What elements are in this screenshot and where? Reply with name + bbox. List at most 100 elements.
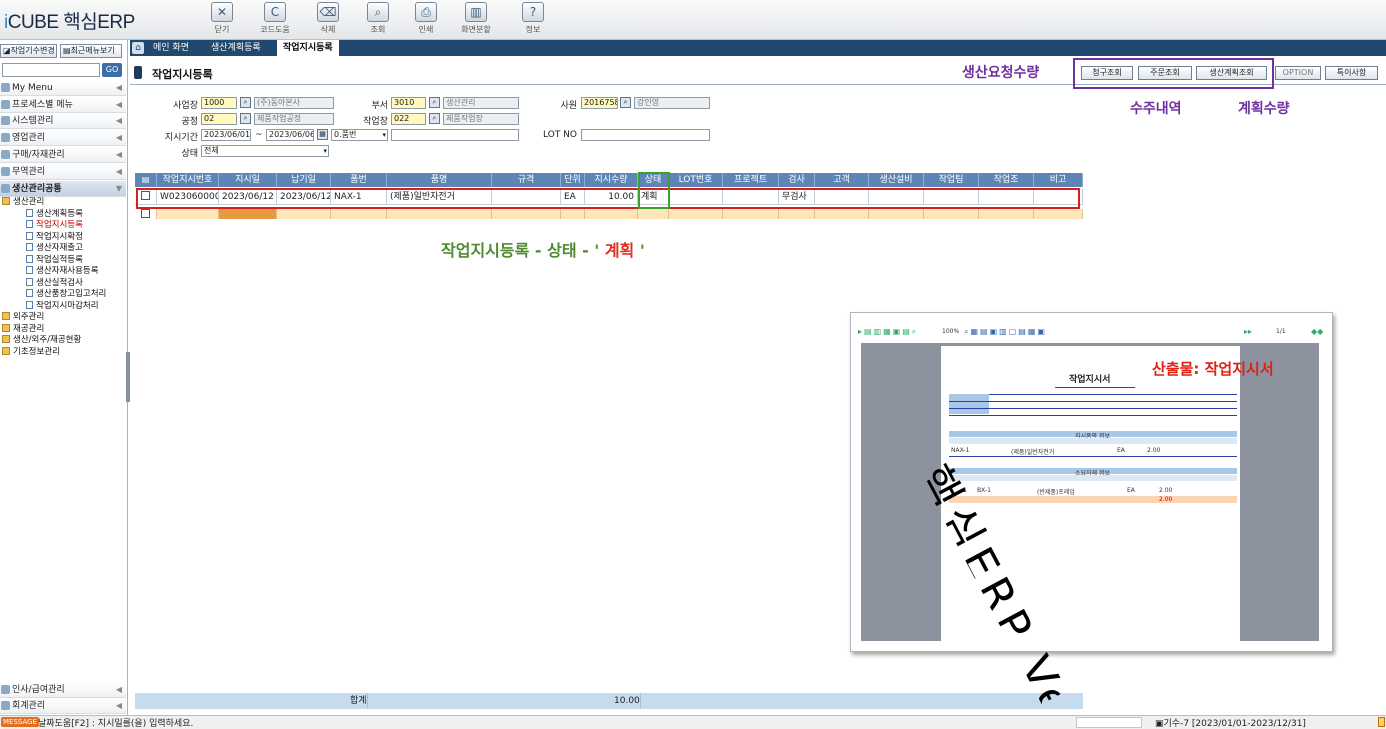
workplace-code-input[interactable]: 022 [391,113,426,125]
grid-header-6[interactable]: 단위 [561,173,585,187]
menu-accounting[interactable]: 회계관리 ◀ [0,698,126,714]
tree-item[interactable]: 생산자재출고 [26,243,83,255]
biz-code-input[interactable]: 1000 [201,97,237,109]
tree-item[interactable]: 생산품창고입고처리 [26,289,106,301]
grid-select-all[interactable]: ▤ [135,173,157,187]
new-row-cell[interactable] [669,209,723,219]
menu-item-4[interactable]: 구매/자재관리 ◀ [0,147,126,163]
new-row-cell[interactable] [492,209,561,219]
menu-item-6[interactable]: 생산관리공통 ▼ [0,181,126,197]
tab-main[interactable]: 메인 화면 [147,40,195,56]
new-row-cell[interactable] [638,209,669,219]
toolbar-button-1[interactable]: C 코드도움 [252,2,298,38]
recent-menu-button[interactable]: ▤최근메뉴보기 [60,44,122,58]
status-select[interactable]: 전체 ▾ [201,145,329,157]
tree-item[interactable]: 작업실적등록 [26,254,83,267]
toolbar-button-3[interactable]: ⌕ 조회 [355,2,401,38]
emp-code-input[interactable]: 2016758 [581,97,618,109]
tree-item[interactable]: 작업지시등록 [26,220,83,232]
new-row-cell[interactable] [219,209,277,219]
new-row-cell[interactable] [585,209,638,219]
toolbar-button-4[interactable]: ⎙ 인쇄 [403,2,449,38]
preview-toolbar-icons[interactable]: ▸▤▥▦▣▤⌕ [858,327,918,337]
grid-header-9[interactable]: LOT번호 [669,173,723,187]
grid-header-11[interactable]: 검사 [779,173,815,187]
new-row-cell[interactable] [277,209,331,219]
grid-header-3[interactable]: 품번 [331,173,387,187]
toolbar-button-6[interactable]: ? 정보 [510,2,556,38]
grid-header-1[interactable]: 지시일 [219,173,277,187]
new-row-cell[interactable] [979,209,1034,219]
grid-header-7[interactable]: 지시수량 [585,173,638,187]
change-period-button[interactable]: ◪작업기수변경 [0,44,57,58]
new-row-cell[interactable] [331,209,387,219]
dept-lookup-icon[interactable]: ⌕ [429,97,440,108]
tree-item[interactable]: 외주관리 [2,312,44,324]
option-button[interactable]: OPTION [1275,66,1321,80]
dept-code-input[interactable]: 3010 [391,97,426,109]
emp-lookup-icon[interactable]: ⌕ [620,97,631,108]
home-icon[interactable]: ⌂ [132,42,144,54]
item-type-select[interactable]: 0.품번 ▾ [331,129,388,141]
tree-item[interactable]: 생산관리 [2,197,44,209]
biz-lookup-icon[interactable]: ⌕ [240,97,251,108]
toolbar-button-2[interactable]: ⌫ 삭제 [305,2,351,38]
new-row-cell[interactable] [869,209,924,219]
grid-header-10[interactable]: 프로젝트 [723,173,779,187]
period-from-input[interactable]: 2023/06/01 [201,129,251,141]
new-row-cell[interactable] [561,209,585,219]
tab-work-order[interactable]: 작업지시등록 [277,40,339,56]
new-row-cell[interactable] [1034,209,1083,219]
preview-nav-icon[interactable]: ◆◆ [1311,327,1323,336]
new-row-cell[interactable] [723,209,779,219]
item-search-input[interactable] [391,129,519,141]
new-row-cell[interactable] [387,209,492,219]
menu-item-2[interactable]: 시스템관리 ◀ [0,113,126,129]
tree-item[interactable]: 생산/외주/재공현황 [2,335,81,347]
grid-header-12[interactable]: 고객 [815,173,869,187]
preview-zoom[interactable]: 100% [942,328,959,335]
grid-header-15[interactable]: 작업조 [979,173,1034,187]
grid-header-14[interactable]: 작업팀 [924,173,979,187]
new-row-cell[interactable] [779,209,815,219]
menu-hr-payroll[interactable]: 인사/급여관리 ◀ [0,682,126,698]
grid-header-0[interactable]: 작업지시번호 [157,173,219,187]
order-inquiry-button[interactable]: 주문조회 [1138,66,1192,80]
grid-header-4[interactable]: 품명 [387,173,492,187]
workplace-lookup-icon[interactable]: ⌕ [429,113,440,124]
grid-header-2[interactable]: 납기일 [277,173,331,187]
tree-item[interactable]: 생산실적검사 [26,277,83,290]
tree-item[interactable]: 작업지시마감처리 [26,300,99,313]
toolbar-button-5[interactable]: ▥ 화면분할 [453,2,499,38]
menu-item-5[interactable]: 무역관리 ◀ [0,164,126,180]
preview-tool-icons[interactable]: ⌕▦▤▣▥▢▤▦▣ [964,327,1047,337]
period-to-input[interactable]: 2023/06/06 [266,129,314,141]
process-code-input[interactable]: 02 [201,113,237,125]
special-note-button[interactable]: 특이사항 [1325,66,1378,80]
production-plan-inquiry-button[interactable]: 생산계획조회 [1196,66,1267,80]
menu-search-input[interactable] [2,63,100,77]
new-row-checkbox[interactable] [135,209,157,219]
request-inquiry-button[interactable]: 청구조회 [1081,66,1133,80]
grid-header-13[interactable]: 생산설비 [869,173,924,187]
tree-item[interactable]: 생산계획등록 [26,208,83,221]
tree-item[interactable]: 재공관리 [2,323,44,336]
next-page-icon[interactable]: ▸▸ [1244,327,1252,336]
toolbar-button-0[interactable]: ✕ 닫기 [199,2,245,38]
lot-input[interactable] [581,129,710,141]
checkbox[interactable] [141,209,150,218]
menu-item-3[interactable]: 영업관리 ◀ [0,130,126,146]
calendar-icon[interactable]: ▦ [317,129,328,140]
tree-item[interactable]: 작업지시확정 [26,231,83,244]
go-button[interactable]: GO [102,63,122,77]
new-row-cell[interactable] [924,209,979,219]
process-lookup-icon[interactable]: ⌕ [240,113,251,124]
tree-item[interactable]: 기초정보관리 [2,346,60,359]
grid-header-5[interactable]: 규격 [492,173,561,187]
panel-splitter[interactable] [126,352,130,402]
new-row-cell[interactable] [815,209,869,219]
grid-header-16[interactable]: 비고 [1034,173,1083,187]
tab-production-plan[interactable]: 생산계획등록 [205,40,267,56]
menu-item-0[interactable]: My Menu ◀ [0,80,126,96]
new-row-cell[interactable] [157,209,219,219]
